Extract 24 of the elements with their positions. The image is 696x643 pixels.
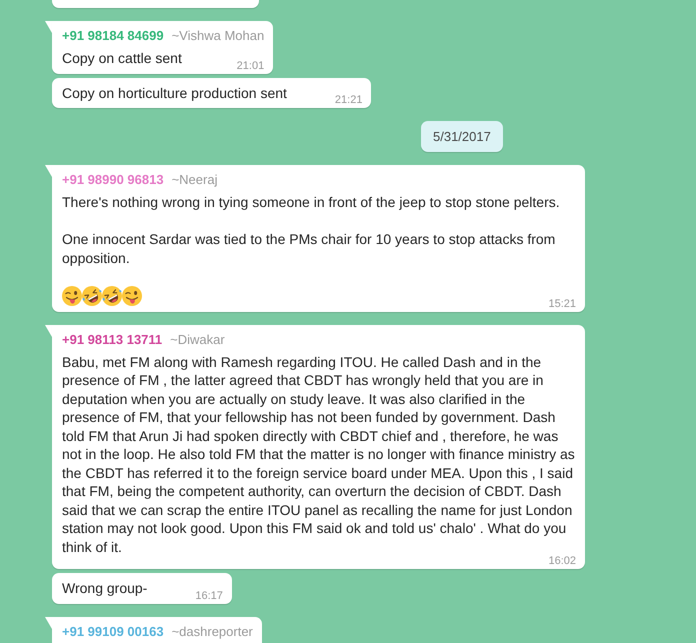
- winking-face-with-tongue-icon: [62, 286, 82, 306]
- sender-phone: +91 98990 96813: [62, 171, 164, 189]
- sender-name: ~Neeraj: [172, 171, 218, 189]
- message-time: 15:21: [548, 298, 576, 310]
- message-time: 16:17: [195, 590, 223, 602]
- rolling-laughing-face-icon: [82, 286, 102, 306]
- rolling-laughing-face-icon: [102, 286, 122, 306]
- winking-face-with-tongue-icon: [122, 286, 142, 306]
- sender-name: ~dashreporter: [172, 622, 253, 640]
- message-time: 16:02: [548, 556, 576, 567]
- message-time: 21:21: [334, 95, 362, 106]
- message-text: There's nothing wrong in tying someone in front of the jeep to stop stone pelters.: [62, 193, 561, 212]
- date-badge: 5/31/2017: [421, 121, 503, 152]
- message-text: Wrong group-: [62, 579, 148, 598]
- sender-name: ~Diwakar: [170, 330, 225, 348]
- sender-phone: +91 98113 13711: [62, 330, 162, 348]
- message-text: Copy on horticulture production sent: [62, 84, 287, 102]
- message-text: One innocent Sardar was tied to the PMs chair for 10 years to stop attacks from opposition.: [62, 230, 556, 267]
- sender-phone: +91 99109 00163: [62, 622, 164, 640]
- sender-name: ~Vishwa Mohan: [172, 27, 264, 45]
- message-time: 21:01: [236, 60, 264, 72]
- sender-phone: +91 98184 84699: [62, 27, 164, 45]
- message-text: Copy on cattle sent: [62, 49, 182, 68]
- message-text: Babu, met FM along with Ramesh regarding ITOU. He called Dash and in the presence of FM , the latter agreed that CBDT has wrongly held that you are in deputation when you are actually on study leave. It was also clarified in the presence of FM, that your fellowship has not been funded by government. Dash told FM that Arun Ji had spoken directly with CBDT chief and , therefore, he was not in the loop. He also told FM that the matter is no longer with finance ministry as the CBDT has referred it to the foreign service board under MEA. Upon this , I said that FM, being the competent authority, can overturn the decision of CBDT. Dash said that we can scrap the entire ITOU panel as recalling the name for just London station may not look good. Upon this FM said ok and told us' chalo' . What do you think of it.: [62, 352, 576, 556]
